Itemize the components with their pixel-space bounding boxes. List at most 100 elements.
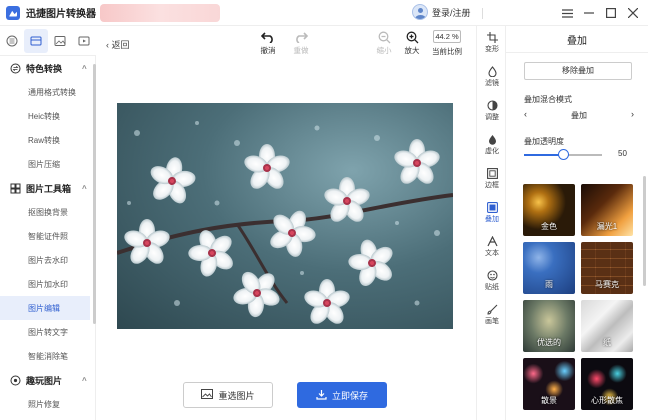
zoom-in-icon [398,29,426,45]
tool-adjust[interactable]: 调整 [477,98,507,122]
window-controls [556,3,644,23]
tool-label: 虚化 [485,148,499,155]
sidebar-group-label: 趣玩图片 [26,375,63,386]
editor-toolbar: ‹ 返回 撤消 重做 缩小 放大 44.2 % 当前比例 [96,26,476,62]
chevron-up-icon: ^ [82,63,87,73]
zoom-in-button[interactable]: 放大 [398,29,426,56]
overlay-thumb-label: 马赛克 [595,280,619,289]
panel-scrollbar[interactable] [643,176,646,286]
overlay-thumb-gold[interactable]: 金色 [523,184,575,236]
undo-button[interactable]: 撤消 [254,29,282,56]
overlay-thumb-label: 心形散焦 [591,396,623,405]
overlay-thumb-rain[interactable]: 雨 [523,242,575,294]
zoom-in-label: 放大 [404,46,420,55]
sidebar-item-eraser[interactable]: 智能消除笔 [0,344,95,368]
title-divider [482,8,483,19]
sidebar-item-photo-repair[interactable]: 照片修复 [0,392,95,416]
redo-button[interactable]: 重做 [287,29,315,56]
overlay-thumb-paper[interactable]: 纸 [581,300,633,352]
edited-photo[interactable] [117,103,453,329]
tool-brush[interactable]: 画笔 [477,302,507,326]
brush-icon [477,302,507,316]
zoom-out-icon [370,29,398,45]
back-label: 返回 [111,40,130,50]
tool-transform[interactable]: 变形 [477,30,507,54]
sidebar-item-remove-watermark[interactable]: 图片去水印 [0,248,95,272]
blend-mode-selector[interactable]: ‹ 叠加 › [524,109,634,122]
menu-icon[interactable] [556,3,578,23]
blend-mode-value: 叠加 [571,111,587,120]
chevron-up-icon: ^ [82,375,87,385]
save-button[interactable]: 立即保存 [297,382,387,408]
sidebar-group-special[interactable]: 特色转换 ^ [0,56,95,80]
close-icon[interactable] [622,3,644,23]
sidebar-list-icon[interactable] [24,28,48,53]
sidebar-item-image-edit[interactable]: 图片编辑 [0,296,90,320]
redo-icon [287,29,315,45]
tool-frame[interactable]: 边框 [477,166,507,190]
opacity-value: 50 [618,149,627,158]
undo-label: 撤消 [260,46,276,55]
minimize-icon[interactable] [578,3,600,23]
zoom-out-button[interactable]: 缩小 [370,29,398,56]
title-bar: 迅捷图片转换器 登录/注册 [0,0,648,26]
panel-divider [506,52,648,53]
opacity-slider-handle[interactable] [557,149,569,160]
overlay-panel: 叠加 移除叠加 叠加混合模式 ‹ 叠加 › 叠加透明度 50 金色 漏光1 雨 [506,26,648,420]
reselect-image-button[interactable]: 重选图片 [183,382,273,408]
fun-image-icon [10,375,21,385]
save-label: 立即保存 [331,390,368,401]
sidebar-group-label: 特色转换 [26,63,63,74]
overlay-thumb-light-leak[interactable]: 漏光1 [581,184,633,236]
tool-label: 画笔 [485,318,499,325]
overlay-thumb-label: 优选的 [537,338,561,347]
overlay-thumb-label: 散景 [541,396,557,405]
tool-label: 贴纸 [485,284,499,291]
overlay-thumb-bokeh[interactable]: 散景 [523,358,575,410]
sidebar-item-heic[interactable]: Heic转换 [0,104,95,128]
user-avatar-icon [412,4,428,20]
tool-blur[interactable]: 虚化 [477,132,507,156]
sidebar-video-icon[interactable] [72,29,96,53]
tool-label: 滤镜 [485,80,499,87]
redo-label: 重做 [293,46,309,55]
tool-sticker[interactable]: 贴纸 [477,268,507,292]
overlay-icon [477,200,507,214]
opacity-label: 叠加透明度 [524,137,564,146]
crop-icon [477,30,507,44]
convert-icon [10,63,21,73]
tool-filter[interactable]: 滤镜 [477,64,507,88]
sidebar-item-format-convert[interactable]: 通用格式转换 [0,80,95,104]
remove-overlay-button[interactable]: 移除叠加 [524,62,632,80]
reselect-label: 重选图片 [218,390,255,401]
overlay-thumb-heart-bokeh[interactable]: 心形散焦 [581,358,633,410]
sidebar-item-compress[interactable]: 图片压缩 [0,152,95,176]
tool-text[interactable]: 文本 [477,234,507,258]
sidebar-group-fun[interactable]: 趣玩图片 ^ [0,368,95,392]
app-title: 迅捷图片转换器 [26,9,96,20]
tool-label: 调整 [485,114,499,121]
login-button[interactable]: 登录/注册 [412,4,471,20]
zoom-value[interactable]: 44.2 % [433,30,461,43]
sidebar-item-id-photo[interactable]: 智能证件照 [0,224,95,248]
sidebar-menu-icon[interactable] [0,29,24,53]
sidebar-group-label: 图片工具箱 [26,183,72,194]
sidebar-item-raw[interactable]: Raw转换 [0,128,95,152]
sticker-icon [477,268,507,282]
sidebar-item-cutout[interactable]: 抠图换背景 [0,200,95,224]
sidebar-image-icon[interactable] [48,29,72,53]
sidebar-item-add-watermark[interactable]: 图片加水印 [0,272,95,296]
login-label: 登录/注册 [432,7,471,18]
opacity-slider[interactable] [524,149,602,160]
sidebar-group-toolbox[interactable]: 图片工具箱 ^ [0,176,95,200]
promo-banner[interactable] [100,4,220,22]
sidebar-item-ocr[interactable]: 图片转文字 [0,320,95,344]
back-button[interactable]: ‹ 返回 [106,38,130,51]
next-mode-icon[interactable]: › [631,109,634,119]
overlay-thumb-mosaic[interactable]: 马赛克 [581,242,633,294]
edit-tools-column: 变形 滤镜 调整 虚化 边框 叠加 文本 贴纸 画笔 [476,26,506,420]
overlay-thumb-preferred[interactable]: 优选的 [523,300,575,352]
maximize-icon[interactable] [600,3,622,23]
tool-overlay[interactable]: 叠加 [477,200,507,224]
tool-label: 文本 [485,250,499,257]
